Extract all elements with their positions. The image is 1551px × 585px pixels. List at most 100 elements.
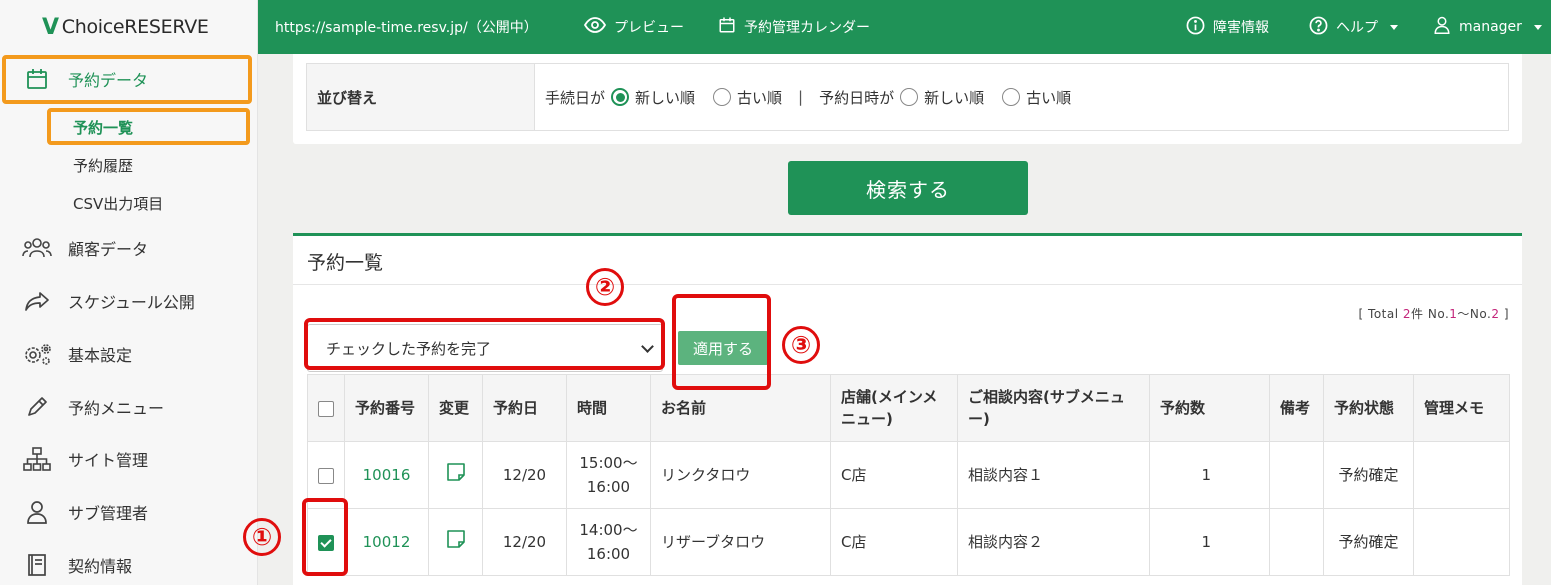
sitemap-icon: [22, 446, 52, 472]
store: C店: [830, 508, 958, 576]
logo[interactable]: V ChoiceRESERVE: [0, 0, 257, 54]
col-header: 店舗(メインメニュー): [830, 374, 958, 442]
search-button[interactable]: 検索する: [788, 161, 1028, 215]
reservation-table: 予約番号 変更 予約日 時間 お名前 店舗(メインメニュー) ご相談内容(サブメ…: [307, 374, 1510, 576]
sidebar-item-label: 予約メニュー: [68, 399, 165, 418]
reservation-status: 予約確定: [1323, 441, 1414, 509]
edit-cell: [428, 508, 483, 576]
sidebar-item-label: サイト管理: [68, 451, 149, 470]
customer-name: リンクタロウ: [650, 441, 831, 509]
resv-datetime-label: 予約日時が: [819, 88, 895, 107]
sidebar-item-label: スケジュール公開: [68, 293, 195, 312]
resv-datetime-newest-radio[interactable]: [900, 88, 919, 106]
list-title: 予約一覧: [307, 252, 384, 274]
logo-mark: V: [42, 14, 59, 40]
highlight-apply-button: [672, 294, 771, 390]
reservation-status: 予約確定: [1323, 508, 1414, 576]
highlight-row-checkbox: [302, 498, 348, 576]
reservation-time: 15:00～ 16:00: [566, 441, 651, 509]
note-edit-icon[interactable]: [446, 529, 466, 553]
row-checkbox[interactable]: [318, 467, 334, 484]
table-row: 10016 12/20 15:00～ 16:00 リンクタロウ C店 相談内容１ …: [307, 441, 1510, 509]
calendar-icon: [718, 16, 736, 38]
col-header[interactable]: 予約番号: [344, 374, 429, 442]
annotation-2: ②: [586, 268, 624, 306]
caret-down-icon: [1390, 24, 1398, 30]
sidebar-item-label: 基本設定: [68, 346, 133, 365]
consultation: 相談内容２: [957, 508, 1150, 576]
sidebar-item-sub-admin[interactable]: サブ管理者: [0, 492, 258, 532]
sidebar-item-site-management[interactable]: サイト管理: [0, 439, 258, 479]
resv-datetime-oldest-label: 古い順: [1026, 88, 1072, 107]
info-icon: [1186, 16, 1205, 39]
store: C店: [830, 441, 958, 509]
sidebar-subitem-csv-items[interactable]: CSV出力項目: [73, 193, 163, 214]
note-edit-icon[interactable]: [446, 462, 466, 486]
sidebar-item-customer-data[interactable]: 顧客データ: [0, 228, 258, 268]
user-menu[interactable]: manager: [1433, 0, 1542, 54]
user-icon: [1433, 16, 1451, 38]
public-site-url[interactable]: https://sample-time.resv.jp/（公開中）: [275, 0, 538, 54]
customer-name: リザーブタロウ: [650, 508, 831, 576]
col-header[interactable]: 予約日: [482, 374, 567, 442]
top-header: https://sample-time.resv.jp/（公開中） プレビュー …: [258, 0, 1551, 54]
sidebar-item-basic-settings[interactable]: 基本設定: [0, 334, 258, 374]
col-header: 変更: [428, 374, 483, 442]
reservation-date: 12/20: [482, 441, 567, 509]
highlight-reservation-list: [47, 108, 250, 145]
highlight-reservation-data: [2, 55, 252, 104]
help-menu[interactable]: ヘルプ: [1309, 0, 1398, 54]
highlight-bulk-select: [304, 318, 665, 370]
pencil-icon: [22, 394, 52, 420]
note: [1269, 441, 1324, 509]
col-header: 予約状態: [1323, 374, 1414, 442]
col-header: 備考: [1269, 374, 1324, 442]
sidebar-item-contract-info[interactable]: 契約情報: [0, 545, 258, 585]
proc-date-oldest-radio[interactable]: [713, 88, 732, 106]
sidebar-item-label: サブ管理者: [68, 504, 149, 523]
edit-cell: [428, 441, 483, 509]
sidebar-item-label: 顧客データ: [68, 240, 149, 259]
sort-panel: 並び替え 手続日が 新しい順 古い順 | 予約日時が 新しい順 古い順: [293, 54, 1522, 144]
user-icon: [22, 499, 52, 525]
gears-icon: [22, 341, 52, 367]
sort-separator: |: [798, 88, 804, 106]
reservation-calendar-link[interactable]: 予約管理カレンダー: [718, 0, 870, 54]
col-header: 予約数: [1149, 374, 1270, 442]
reservation-list-panel: 予約一覧 [ Total 2件 No.1～No.2 ] チェックした予約を完了 …: [293, 233, 1522, 585]
sidebar-item-label: 契約情報: [68, 557, 133, 576]
consultation: 相談内容１: [957, 441, 1150, 509]
proc-date-newest-label: 新しい順: [635, 88, 696, 107]
table-header-row: 予約番号 変更 予約日 時間 お名前 店舗(メインメニュー) ご相談内容(サブメ…: [307, 374, 1510, 442]
logo-text: ChoiceRESERVE: [61, 16, 209, 38]
sidebar-item-schedule-publish[interactable]: スケジュール公開: [0, 281, 258, 321]
proc-date-newest-radio[interactable]: [611, 88, 630, 106]
reservation-count: 1: [1149, 441, 1270, 509]
col-header: 時間: [566, 374, 651, 442]
eye-icon: [583, 17, 607, 37]
resv-datetime-newest-label: 新しい順: [924, 88, 985, 107]
failure-info-link[interactable]: 障害情報: [1186, 0, 1269, 54]
sidebar-item-reservation-menu[interactable]: 予約メニュー: [0, 387, 258, 427]
caret-down-icon: [1533, 24, 1542, 30]
annotation-1: ①: [243, 518, 281, 556]
users-icon: [22, 235, 52, 261]
total-count: [ Total 2件 No.1～No.2 ]: [1358, 307, 1509, 321]
preview-link[interactable]: プレビュー: [583, 0, 684, 54]
reservation-date: 12/20: [482, 508, 567, 576]
note: [1269, 508, 1324, 576]
sort-options: 手続日が 新しい順 古い順 | 予約日時が 新しい順 古い順: [535, 64, 1508, 130]
reservation-id-link[interactable]: 10016: [344, 441, 429, 509]
resv-datetime-oldest-radio[interactable]: [1002, 88, 1021, 106]
admin-memo: [1413, 508, 1510, 576]
reservation-count: 1: [1149, 508, 1270, 576]
reservation-id-link[interactable]: 10012: [344, 508, 429, 576]
select-all-checkbox[interactable]: [318, 400, 334, 417]
select-all-cell: [307, 374, 345, 442]
table-row: 10012 12/20 14:00～ 16:00 リザーブタロウ C店 相談内容２…: [307, 508, 1510, 576]
share-icon: [22, 288, 52, 314]
sidebar-subitem-reservation-history[interactable]: 予約履歴: [73, 155, 133, 176]
sort-table: 並び替え 手続日が 新しい順 古い順 | 予約日時が 新しい順 古い順: [306, 63, 1509, 131]
book-icon: [22, 552, 52, 578]
col-header: ご相談内容(サブメニュー): [957, 374, 1150, 442]
